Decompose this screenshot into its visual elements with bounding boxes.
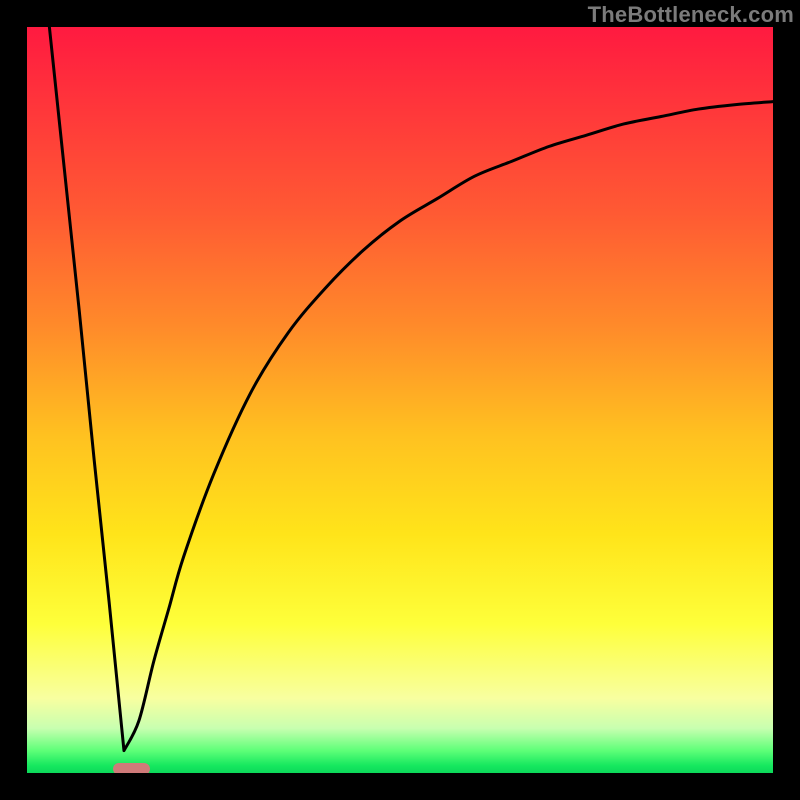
- chart-container: TheBottleneck.com: [0, 0, 800, 800]
- watermark: TheBottleneck.com: [588, 2, 794, 28]
- curve-layer: [27, 27, 773, 773]
- min-marker: [113, 763, 150, 773]
- bottleneck-curve: [49, 27, 773, 751]
- plot-area: [27, 27, 773, 773]
